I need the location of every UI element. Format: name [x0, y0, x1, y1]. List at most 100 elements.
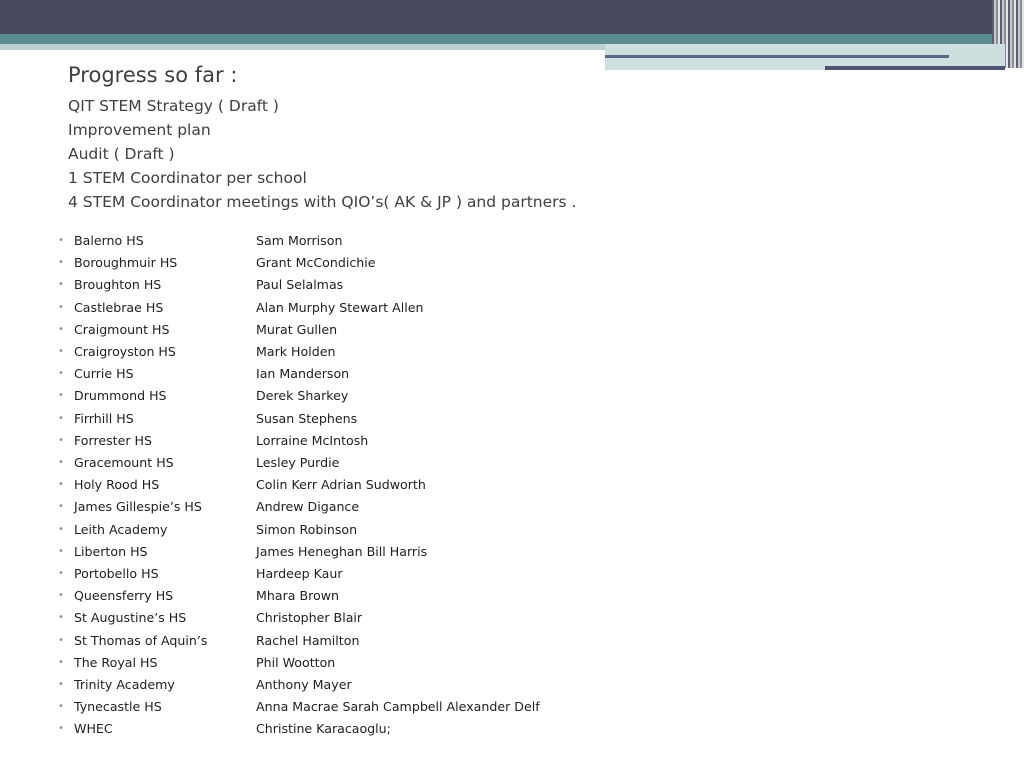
list-item: • The Royal HS Phil Wootton [58, 652, 736, 674]
bullet-icon: • [58, 612, 64, 624]
coordinator-names: Derek Sharkey [256, 388, 349, 404]
list-item: • Drummond HS Derek Sharkey [58, 385, 736, 407]
bullet-icon: • [58, 457, 64, 469]
coordinator-names: Sam Morrison [256, 233, 343, 248]
list-item: • Firrhill HS Susan Stephens [58, 408, 736, 430]
coordinator-names: Paul Selalmas [256, 277, 344, 293]
school-name: Queensferry HS [74, 588, 174, 604]
bullet-icon: • [58, 235, 64, 246]
bullet-icon: • [58, 390, 64, 402]
slide: Progress so far : QIT STEM Strategy ( Dr… [0, 0, 1024, 768]
intro-line: Improvement plan [68, 121, 211, 139]
bullet-icon: • [58, 679, 64, 691]
school-name: Gracemount HS [74, 455, 174, 471]
school-name: WHEC [74, 721, 113, 737]
school-name: St Augustine’s HS [74, 610, 187, 626]
header-rule-lower [825, 66, 1005, 70]
bullet-icon: • [58, 301, 64, 313]
bullet-icon: • [58, 656, 64, 668]
list-item: • Liberton HS James Heneghan Bill Harris [58, 541, 736, 563]
school-name: James Gillespie’s HS [74, 499, 202, 515]
list-item: • Forrester HS Lorraine McIntosh [58, 430, 736, 452]
list-item: • Queensferry HS Mhara Brown [58, 585, 736, 607]
bullet-icon: • [58, 545, 64, 557]
school-name: Boroughmuir HS [74, 255, 178, 271]
list-item: • Currie HS Ian Manderson [58, 363, 736, 385]
bullet-icon: • [58, 723, 64, 735]
list-item: • Craigroyston HS Mark Holden [58, 341, 736, 363]
list-item: • Gracemount HS Lesley Purdie [58, 452, 736, 474]
list-item: • Holy Rood HS Colin Kerr Adrian Sudworth [58, 474, 736, 496]
school-name: Castlebrae HS [74, 299, 164, 315]
intro-line: 4 STEM Coordinator meetings with QIO’s( … [68, 193, 577, 211]
list-item: • Leith Academy Simon Robinson [58, 519, 736, 541]
intro-line: QIT STEM Strategy ( Draft ) [68, 97, 279, 115]
coordinator-names: Anthony Mayer [256, 677, 352, 693]
list-item: • James Gillespie’s HS Andrew Digance [58, 496, 736, 518]
list-item: • Castlebrae HS Alan Murphy Stewart Allen [58, 297, 736, 319]
header-teal-band [0, 34, 992, 44]
school-name: Tynecastle HS [74, 699, 162, 715]
school-name: Portobello HS [74, 566, 159, 582]
school-name: St Thomas of Aquin’s [74, 632, 208, 648]
school-name: Craigmount HS [74, 321, 170, 337]
list-item: • Broughton HS Paul Selalmas [58, 274, 736, 296]
list-item: • Trinity Academy Anthony Mayer [58, 674, 736, 696]
list-item: • Portobello HS Hardeep Kaur [58, 563, 736, 585]
bullet-icon: • [58, 368, 64, 380]
school-name: Balerno HS [74, 233, 144, 248]
coordinator-names: Mark Holden [256, 344, 336, 360]
intro-line: 1 STEM Coordinator per school [68, 169, 307, 187]
list-item: • Balerno HS Sam Morrison [58, 230, 736, 252]
list-item: • Boroughmuir HS Grant McCondichie [58, 252, 736, 274]
coordinator-names: Anna Macrae Sarah Campbell Alexander Del… [256, 699, 540, 715]
school-name: Liberton HS [74, 543, 148, 559]
bullet-icon: • [58, 434, 64, 446]
school-name: The Royal HS [74, 654, 158, 670]
coordinator-names: Andrew Digance [256, 499, 360, 515]
coordinator-names: Ian Manderson [256, 366, 350, 382]
coordinator-names: Lorraine McIntosh [256, 432, 369, 448]
coordinator-names: James Heneghan Bill Harris [256, 543, 428, 559]
school-name: Drummond HS [74, 388, 167, 404]
coordinator-names: Grant McCondichie [256, 255, 376, 271]
list-item: • St Augustine’s HS Christopher Blair [58, 607, 736, 629]
coordinator-names: Murat Gullen [256, 321, 338, 337]
coordinator-names: Mhara Brown [256, 588, 339, 604]
bullet-icon: • [58, 590, 64, 602]
bullet-icon: • [58, 501, 64, 513]
coordinator-names: Christine Karacaoglu; [256, 721, 391, 737]
bullet-icon: • [58, 634, 64, 646]
bullet-icon: • [58, 323, 64, 335]
intro-line: Audit ( Draft ) [68, 145, 175, 163]
school-name: Currie HS [74, 366, 134, 382]
coordinator-names: Lesley Purdie [256, 455, 340, 471]
school-name: Firrhill HS [74, 410, 134, 426]
coordinator-names: Christopher Blair [256, 610, 363, 626]
school-name: Broughton HS [74, 277, 162, 293]
school-name: Forrester HS [74, 432, 152, 448]
bullet-icon: • [58, 523, 64, 535]
coordinator-names: Alan Murphy Stewart Allen [256, 299, 424, 315]
school-name: Craigroyston HS [74, 344, 176, 360]
coordinator-names: Susan Stephens [256, 410, 358, 426]
school-name: Holy Rood HS [74, 477, 160, 493]
list-item: • Tynecastle HS Anna Macrae Sarah Campbell… [58, 696, 736, 718]
bullet-icon: • [58, 479, 64, 491]
coordinator-names: Colin Kerr Adrian Sudworth [256, 477, 426, 493]
header-rule-upper [605, 55, 949, 58]
coordinator-names: Phil Wootton [256, 654, 336, 670]
bullet-icon: • [58, 346, 64, 358]
list-item: • St Thomas of Aquin’s Rachel Hamilton [58, 630, 736, 652]
bullet-icon: • [58, 568, 64, 580]
coordinator-names: Simon Robinson [256, 521, 358, 537]
school-name: Leith Academy [74, 521, 168, 537]
bullet-icon: • [58, 279, 64, 291]
header-dark-band [0, 0, 992, 34]
header-light-band [0, 44, 605, 50]
slide-title: Progress so far : [68, 63, 238, 87]
list-item: • WHEC Christine Karacaoglu; [58, 718, 736, 740]
coordinator-names: Rachel Hamilton [256, 632, 360, 648]
coordinator-list: • Balerno HS Sam Morrison • Boroughmuir HS Gr… [58, 230, 736, 741]
list-item: • Craigmount HS Murat Gullen [58, 319, 736, 341]
